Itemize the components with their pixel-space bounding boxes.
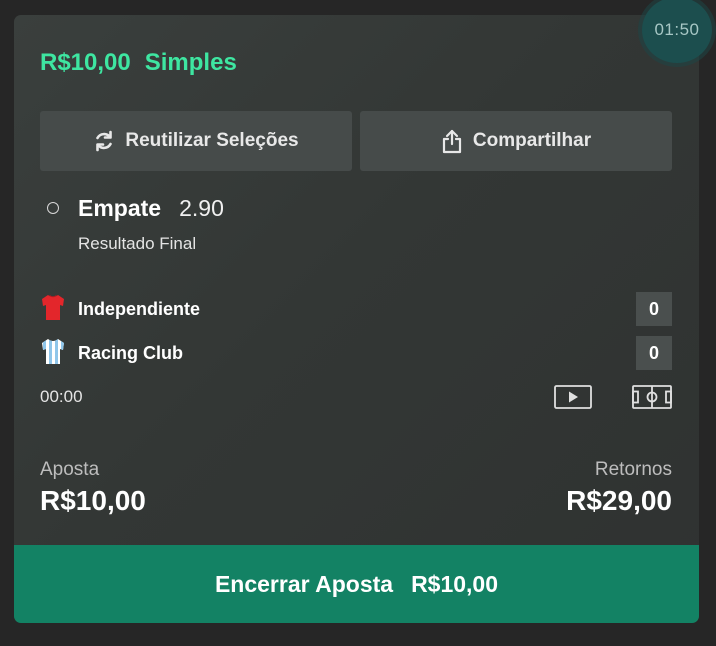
home-team-name: Independiente bbox=[78, 298, 201, 319]
selection-status-icon bbox=[47, 202, 59, 214]
share-label: Compartilhar bbox=[472, 130, 592, 151]
market-name: Resultado Final bbox=[78, 234, 197, 253]
cash-out-label: Encerrar Aposta bbox=[214, 570, 394, 597]
away-score: 0 bbox=[636, 336, 672, 370]
bet-card: R$10,00 Simples Reutilizar Seleções Comp… bbox=[14, 15, 699, 623]
pitch-icon[interactable] bbox=[632, 385, 672, 414]
away-team: Racing Club bbox=[40, 337, 184, 370]
share-icon bbox=[441, 128, 463, 154]
striped-shirt-icon bbox=[40, 337, 66, 370]
bet-type: Simples bbox=[144, 49, 237, 76]
home-score: 0 bbox=[636, 292, 672, 326]
stake-value: R$10,00 bbox=[40, 485, 146, 516]
red-shirt-icon bbox=[40, 293, 66, 326]
cash-out-amount: R$10,00 bbox=[411, 570, 499, 597]
share-button[interactable]: Compartilhar bbox=[360, 111, 672, 171]
reuse-selections-label: Reutilizar Seleções bbox=[125, 130, 299, 151]
bet-amount: R$10,00 bbox=[40, 49, 131, 76]
selection: Empate 2.90 bbox=[78, 195, 224, 222]
match-clock: 00:00 bbox=[40, 387, 83, 406]
selection-name: Empate bbox=[78, 195, 162, 221]
away-team-name: Racing Club bbox=[78, 342, 184, 363]
stake-label: Aposta bbox=[40, 459, 100, 480]
selection-odds: 2.90 bbox=[179, 195, 224, 221]
reuse-selections-button[interactable]: Reutilizar Seleções bbox=[40, 111, 352, 171]
home-team: Independiente bbox=[40, 293, 201, 326]
returns-label: Retornos bbox=[594, 459, 672, 480]
bet-header: R$10,00 Simples bbox=[40, 49, 237, 77]
returns-value: R$29,00 bbox=[566, 485, 672, 516]
refresh-icon bbox=[93, 129, 115, 153]
live-stream-icon[interactable] bbox=[554, 385, 592, 414]
countdown-timer: 01:50 bbox=[642, 0, 712, 63]
cash-out-button[interactable]: Encerrar Aposta R$10,00 bbox=[14, 545, 699, 623]
